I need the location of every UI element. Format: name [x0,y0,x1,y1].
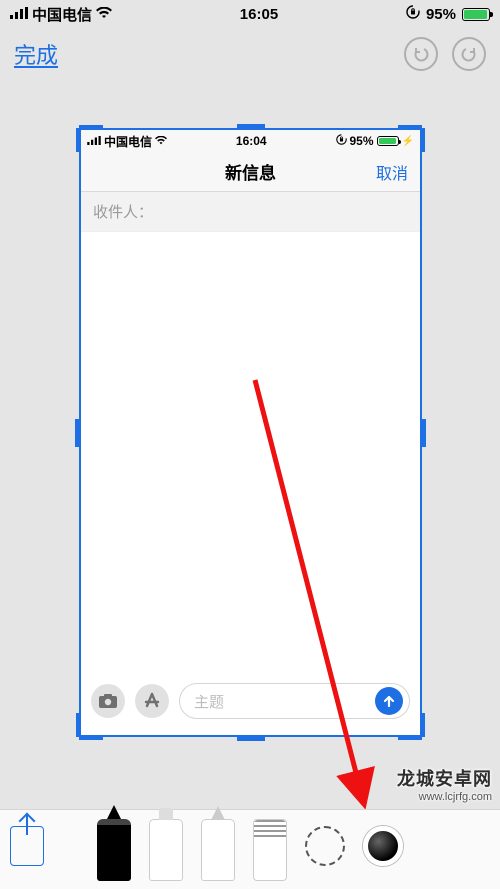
wifi-icon [155,134,167,148]
orientation-lock-icon [406,5,420,23]
recipient-field[interactable]: 收件人： [81,192,420,232]
watermark-url: www.lcjrfg.com [397,791,492,803]
battery-percent: 95% [426,6,456,23]
appstore-button[interactable] [135,684,169,718]
outer-status-bar: 中国电信 16:05 95% [0,0,500,28]
inner-battery-percent: 95% [350,134,374,148]
screenshot-crop-frame[interactable]: 中国电信 16:04 95% ⚡ 新信息 取消 收件人： [79,128,422,737]
send-button[interactable] [375,687,403,715]
markup-toolbar [0,809,500,889]
crop-handle[interactable] [76,128,81,152]
clock: 16:05 [240,6,278,23]
inner-title: 新信息 [225,159,276,184]
crop-handle[interactable] [398,125,422,130]
signal-icon [87,134,101,148]
pencil-tool[interactable] [201,819,235,881]
inner-carrier-label: 中国电信 [104,133,152,150]
pen-tool[interactable] [97,819,131,881]
inner-status-bar: 中国电信 16:04 95% ⚡ [81,130,420,152]
watermark-title: 龙城安卓网 [397,765,492,791]
crop-handle[interactable] [79,735,103,740]
camera-button[interactable] [91,684,125,718]
crop-handle[interactable] [420,713,425,737]
crop-handle[interactable] [398,735,422,740]
crop-handle[interactable] [237,735,265,741]
marker-tool[interactable] [149,819,183,881]
crop-handle[interactable] [237,124,265,130]
crop-handle[interactable] [420,128,425,152]
signal-icon [10,6,28,23]
carrier-label: 中国电信 [32,4,92,25]
markup-top-bar: 完成 [0,28,500,80]
share-button[interactable] [10,826,44,866]
crop-handle[interactable] [420,419,426,447]
wifi-icon [96,6,112,23]
watermark: 龙城安卓网 www.lcjrfg.com [397,765,492,803]
subject-input[interactable]: 主题 [179,683,410,719]
undo-button[interactable] [404,37,438,71]
done-button[interactable]: 完成 [14,38,58,70]
recipient-label: 收件人： [93,201,153,222]
battery-icon [462,8,490,21]
orientation-lock-icon [336,134,347,148]
crop-handle[interactable] [75,419,81,447]
inner-clock: 16:04 [236,134,267,148]
redo-button[interactable] [452,37,486,71]
battery-icon [377,136,399,146]
inner-messages-nav: 新信息 取消 [81,152,420,192]
eraser-tool[interactable] [253,819,287,881]
cancel-button[interactable]: 取消 [376,160,408,184]
charging-icon: ⚡ [402,136,414,147]
lasso-tool[interactable] [305,826,345,866]
inner-compose-bar: 主题 [81,677,420,735]
color-picker[interactable] [363,826,403,866]
crop-handle[interactable] [79,125,103,130]
subject-placeholder: 主题 [194,691,224,712]
